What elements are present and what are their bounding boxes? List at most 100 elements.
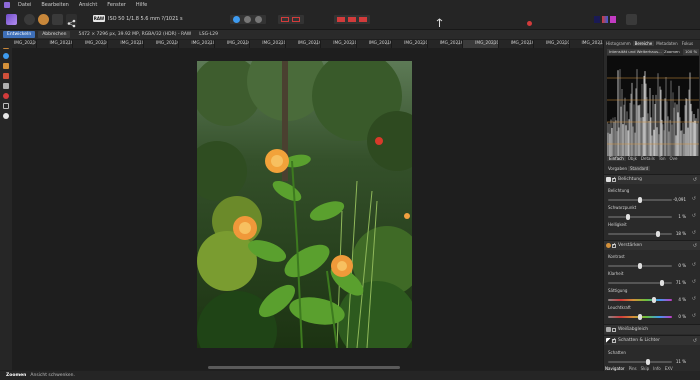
eraser-tool-icon[interactable]	[3, 83, 9, 89]
overlay-three-icon[interactable]	[359, 17, 367, 22]
slider-knob[interactable]	[638, 263, 642, 269]
tab-metadaten[interactable]: Metadaten	[654, 41, 680, 46]
document-tab[interactable]: IMG_20210...×	[108, 40, 144, 48]
close-tab-icon[interactable]: ×	[279, 40, 282, 48]
red-eye-tool-icon[interactable]	[3, 63, 9, 69]
tab-skip[interactable]: Skip	[639, 366, 652, 371]
schatten-checkbox[interactable]	[612, 337, 616, 343]
slider-knob[interactable]	[660, 280, 664, 286]
close-tab-icon[interactable]: ×	[421, 40, 424, 48]
tab-ove[interactable]: Ove	[668, 156, 680, 161]
slider-schatten[interactable]	[608, 359, 672, 365]
tab-info[interactable]: Info	[651, 366, 663, 371]
tab-einfach[interactable]: Einfach	[607, 156, 626, 161]
tab-details[interactable]: Details	[639, 156, 657, 161]
clipping-shadows-icon[interactable]	[626, 14, 637, 25]
compare-left-icon[interactable]	[281, 17, 289, 22]
develop-button[interactable]: Entwickeln	[3, 31, 36, 38]
view-mirror-icon[interactable]	[255, 16, 262, 23]
histogram-zoom-select[interactable]: 100 %	[683, 49, 700, 55]
brush-tool-icon[interactable]	[3, 73, 9, 79]
close-tab-icon[interactable]: ×	[67, 40, 70, 48]
slider-saettigung[interactable]	[608, 297, 672, 303]
section-schatten[interactable]: Schatten & Lichter ↺	[604, 335, 700, 345]
compare-right-icon[interactable]	[292, 17, 300, 22]
develop-persona-icon[interactable]	[38, 14, 49, 25]
tab-pins[interactable]: Pins	[627, 366, 639, 371]
export-persona-icon[interactable]	[66, 14, 77, 28]
slider-leuchtkraft[interactable]	[608, 314, 672, 320]
document-tab[interactable]: IMG_20210...×	[321, 40, 357, 48]
slider-leuchtkraft-value[interactable]: 0 %	[678, 314, 686, 319]
slider-knob[interactable]	[638, 314, 642, 320]
document-tab[interactable]: IMG_20210...×	[463, 40, 499, 48]
reset-icon[interactable]: ↺	[692, 279, 696, 285]
close-tab-icon[interactable]: ×	[599, 40, 602, 48]
close-tab-icon[interactable]: ×	[350, 40, 353, 48]
document-tab[interactable]: IMG_20210...×	[357, 40, 393, 48]
slider-schwarzpunkt[interactable]	[608, 214, 672, 220]
slider-kontrast-value[interactable]: 0 %	[678, 263, 686, 268]
reset-icon[interactable]: ↺	[693, 338, 697, 344]
slider-klarheit[interactable]	[608, 280, 672, 286]
close-tab-icon[interactable]: ×	[138, 40, 141, 48]
slider-knob[interactable]	[638, 197, 642, 203]
reset-icon[interactable]: ↺	[692, 313, 696, 319]
section-belichtung[interactable]: Belichtung ↺	[604, 174, 700, 184]
close-tab-icon[interactable]: ×	[208, 40, 211, 48]
overlay-two-icon[interactable]	[348, 17, 356, 22]
slider-klarheit-value[interactable]: 71 %	[676, 280, 686, 285]
slider-helligkeit-value[interactable]: 18 %	[676, 231, 686, 236]
close-tab-icon[interactable]: ×	[31, 40, 34, 48]
tab-ton[interactable]: Ton	[657, 156, 668, 161]
close-tab-icon[interactable]: ×	[173, 40, 176, 48]
close-tab-icon[interactable]: ×	[386, 40, 389, 48]
zoom-tool-icon[interactable]	[3, 53, 9, 59]
tab-objk[interactable]: Objk	[626, 156, 639, 161]
overlay-one-icon[interactable]	[337, 17, 345, 22]
document-tab[interactable]: IMG_20210...×	[250, 40, 286, 48]
histogram-mode-select[interactable]: Intensität und Weiterhaus...	[607, 49, 664, 55]
reset-icon[interactable]: ↺	[692, 230, 696, 236]
slider-helligkeit[interactable]	[608, 231, 672, 237]
reset-icon[interactable]: ↺	[692, 196, 696, 202]
channel-magenta-icon[interactable]	[610, 16, 616, 23]
close-tab-icon[interactable]: ×	[102, 40, 105, 48]
verstaerken-checkbox[interactable]	[612, 242, 616, 248]
reset-icon[interactable]: ↺	[692, 296, 696, 302]
slider-kontrast[interactable]	[608, 263, 672, 269]
weissabgleich-checkbox[interactable]	[612, 327, 616, 332]
reset-icon[interactable]: ↺	[692, 262, 696, 268]
slider-knob[interactable]	[626, 214, 630, 220]
channel-rgb-icon[interactable]	[602, 16, 608, 23]
close-tab-icon[interactable]: ×	[315, 40, 318, 48]
document-tab[interactable]: IMG_20210...×	[73, 40, 109, 48]
slider-schatten-value[interactable]: 11 %	[676, 359, 686, 364]
close-tab-icon[interactable]: ×	[457, 40, 460, 48]
menu-fenster[interactable]: Fenster	[107, 2, 126, 8]
close-tab-icon[interactable]: ×	[528, 40, 531, 48]
menu-datei[interactable]: Datei	[18, 2, 31, 8]
photo-image[interactable]	[197, 61, 412, 348]
close-tab-icon[interactable]: ×	[563, 40, 566, 48]
close-tab-icon[interactable]: ×	[492, 40, 495, 48]
preset-select[interactable]: Standard	[628, 166, 651, 171]
slider-belichtung-value[interactable]: -0,091	[673, 197, 686, 202]
reset-icon[interactable]: ↺	[693, 243, 697, 249]
reset-icon[interactable]: ↺	[692, 213, 696, 219]
slider-knob[interactable]	[652, 297, 656, 303]
horizontal-scrollbar-thumb[interactable]	[208, 366, 400, 369]
pick-tool-icon[interactable]	[434, 14, 445, 27]
channel-blue-icon[interactable]	[594, 16, 600, 23]
liquify-persona-icon[interactable]	[24, 14, 35, 25]
menu-ansicht[interactable]: Ansicht	[79, 2, 97, 8]
menu-bearbeiten[interactable]: Bearbeiten	[41, 2, 68, 8]
tab-exv[interactable]: EXV	[663, 366, 675, 371]
menu-hilfe[interactable]: Hilfe	[136, 2, 147, 8]
crop-tool-icon[interactable]	[3, 103, 9, 109]
tab-bereiche[interactable]: Bereiche	[632, 41, 655, 46]
reset-icon[interactable]: ↺	[693, 177, 697, 183]
slider-belichtung[interactable]	[608, 197, 672, 203]
cancel-button[interactable]: Abbrechen	[38, 31, 71, 38]
slider-saettigung-value[interactable]: 4 %	[678, 297, 686, 302]
